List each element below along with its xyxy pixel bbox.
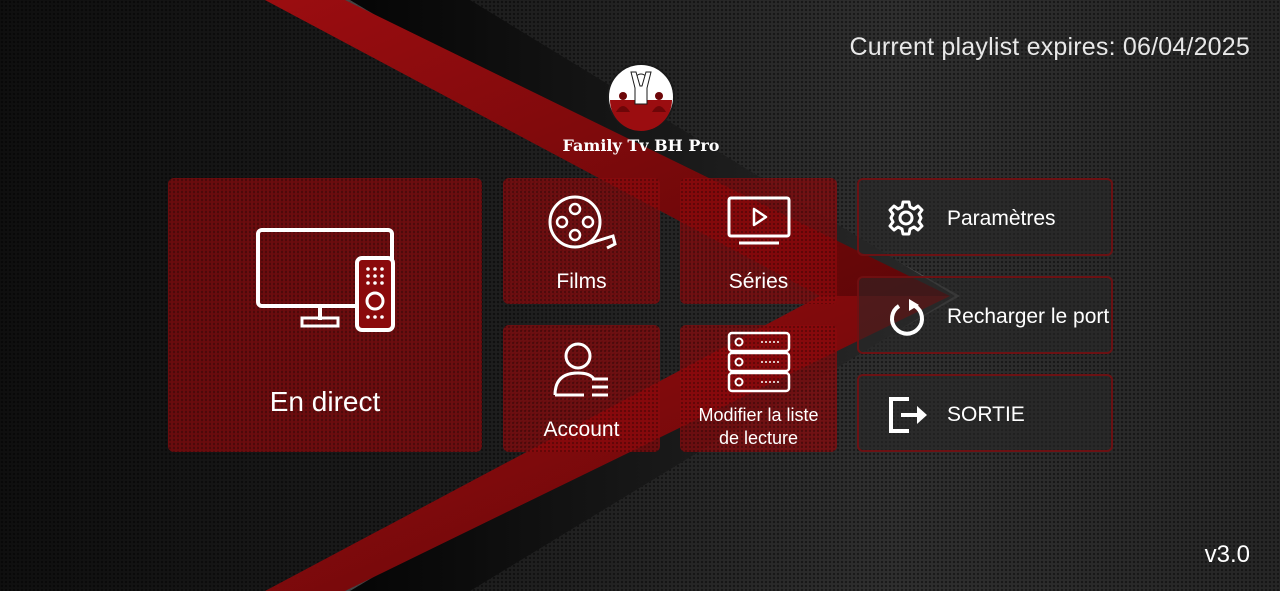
gear-icon xyxy=(888,200,924,236)
play-screen-icon xyxy=(727,196,791,245)
reload-portal-button[interactable]: Recharger le port xyxy=(857,276,1113,354)
app-version: v3.0 xyxy=(1204,541,1250,568)
app-logo: Family Tv BH Pro xyxy=(555,60,727,160)
live-tv-label: En direct xyxy=(269,386,381,417)
exit-icon xyxy=(889,397,927,433)
settings-label: Paramètres xyxy=(947,207,1056,230)
edit-playlist-label-line1: Modifier la liste xyxy=(698,405,819,425)
app-name: Family Tv BH Pro xyxy=(562,136,720,155)
playlist-expiry-text: Current playlist expires: 06/04/2025 xyxy=(849,33,1250,61)
server-stack-icon xyxy=(727,331,791,393)
series-label: Séries xyxy=(728,270,789,293)
exit-button[interactable]: SORTIE xyxy=(857,374,1113,452)
film-reel-icon xyxy=(548,195,617,250)
reload-portal-label: Recharger le port xyxy=(947,305,1110,328)
reload-icon xyxy=(890,299,924,336)
settings-button[interactable]: Paramètres xyxy=(857,178,1113,256)
tv-remote-icon xyxy=(256,228,395,332)
series-tile[interactable]: Séries xyxy=(680,178,837,304)
home-screen: Current playlist expires: 06/04/2025 Fam… xyxy=(0,0,1280,591)
exit-label: SORTIE xyxy=(947,403,1025,426)
user-icon xyxy=(553,342,608,397)
films-tile[interactable]: Films xyxy=(503,178,660,304)
live-tv-tile[interactable]: En direct xyxy=(168,178,482,452)
films-label: Films xyxy=(556,270,607,293)
edit-playlist-label-line2: de lecture xyxy=(718,428,799,448)
account-label: Account xyxy=(543,418,620,441)
account-tile[interactable]: Account xyxy=(503,325,660,452)
edit-playlist-tile[interactable]: Modifier la liste de lecture xyxy=(680,325,837,452)
family-logo-icon xyxy=(607,63,675,131)
